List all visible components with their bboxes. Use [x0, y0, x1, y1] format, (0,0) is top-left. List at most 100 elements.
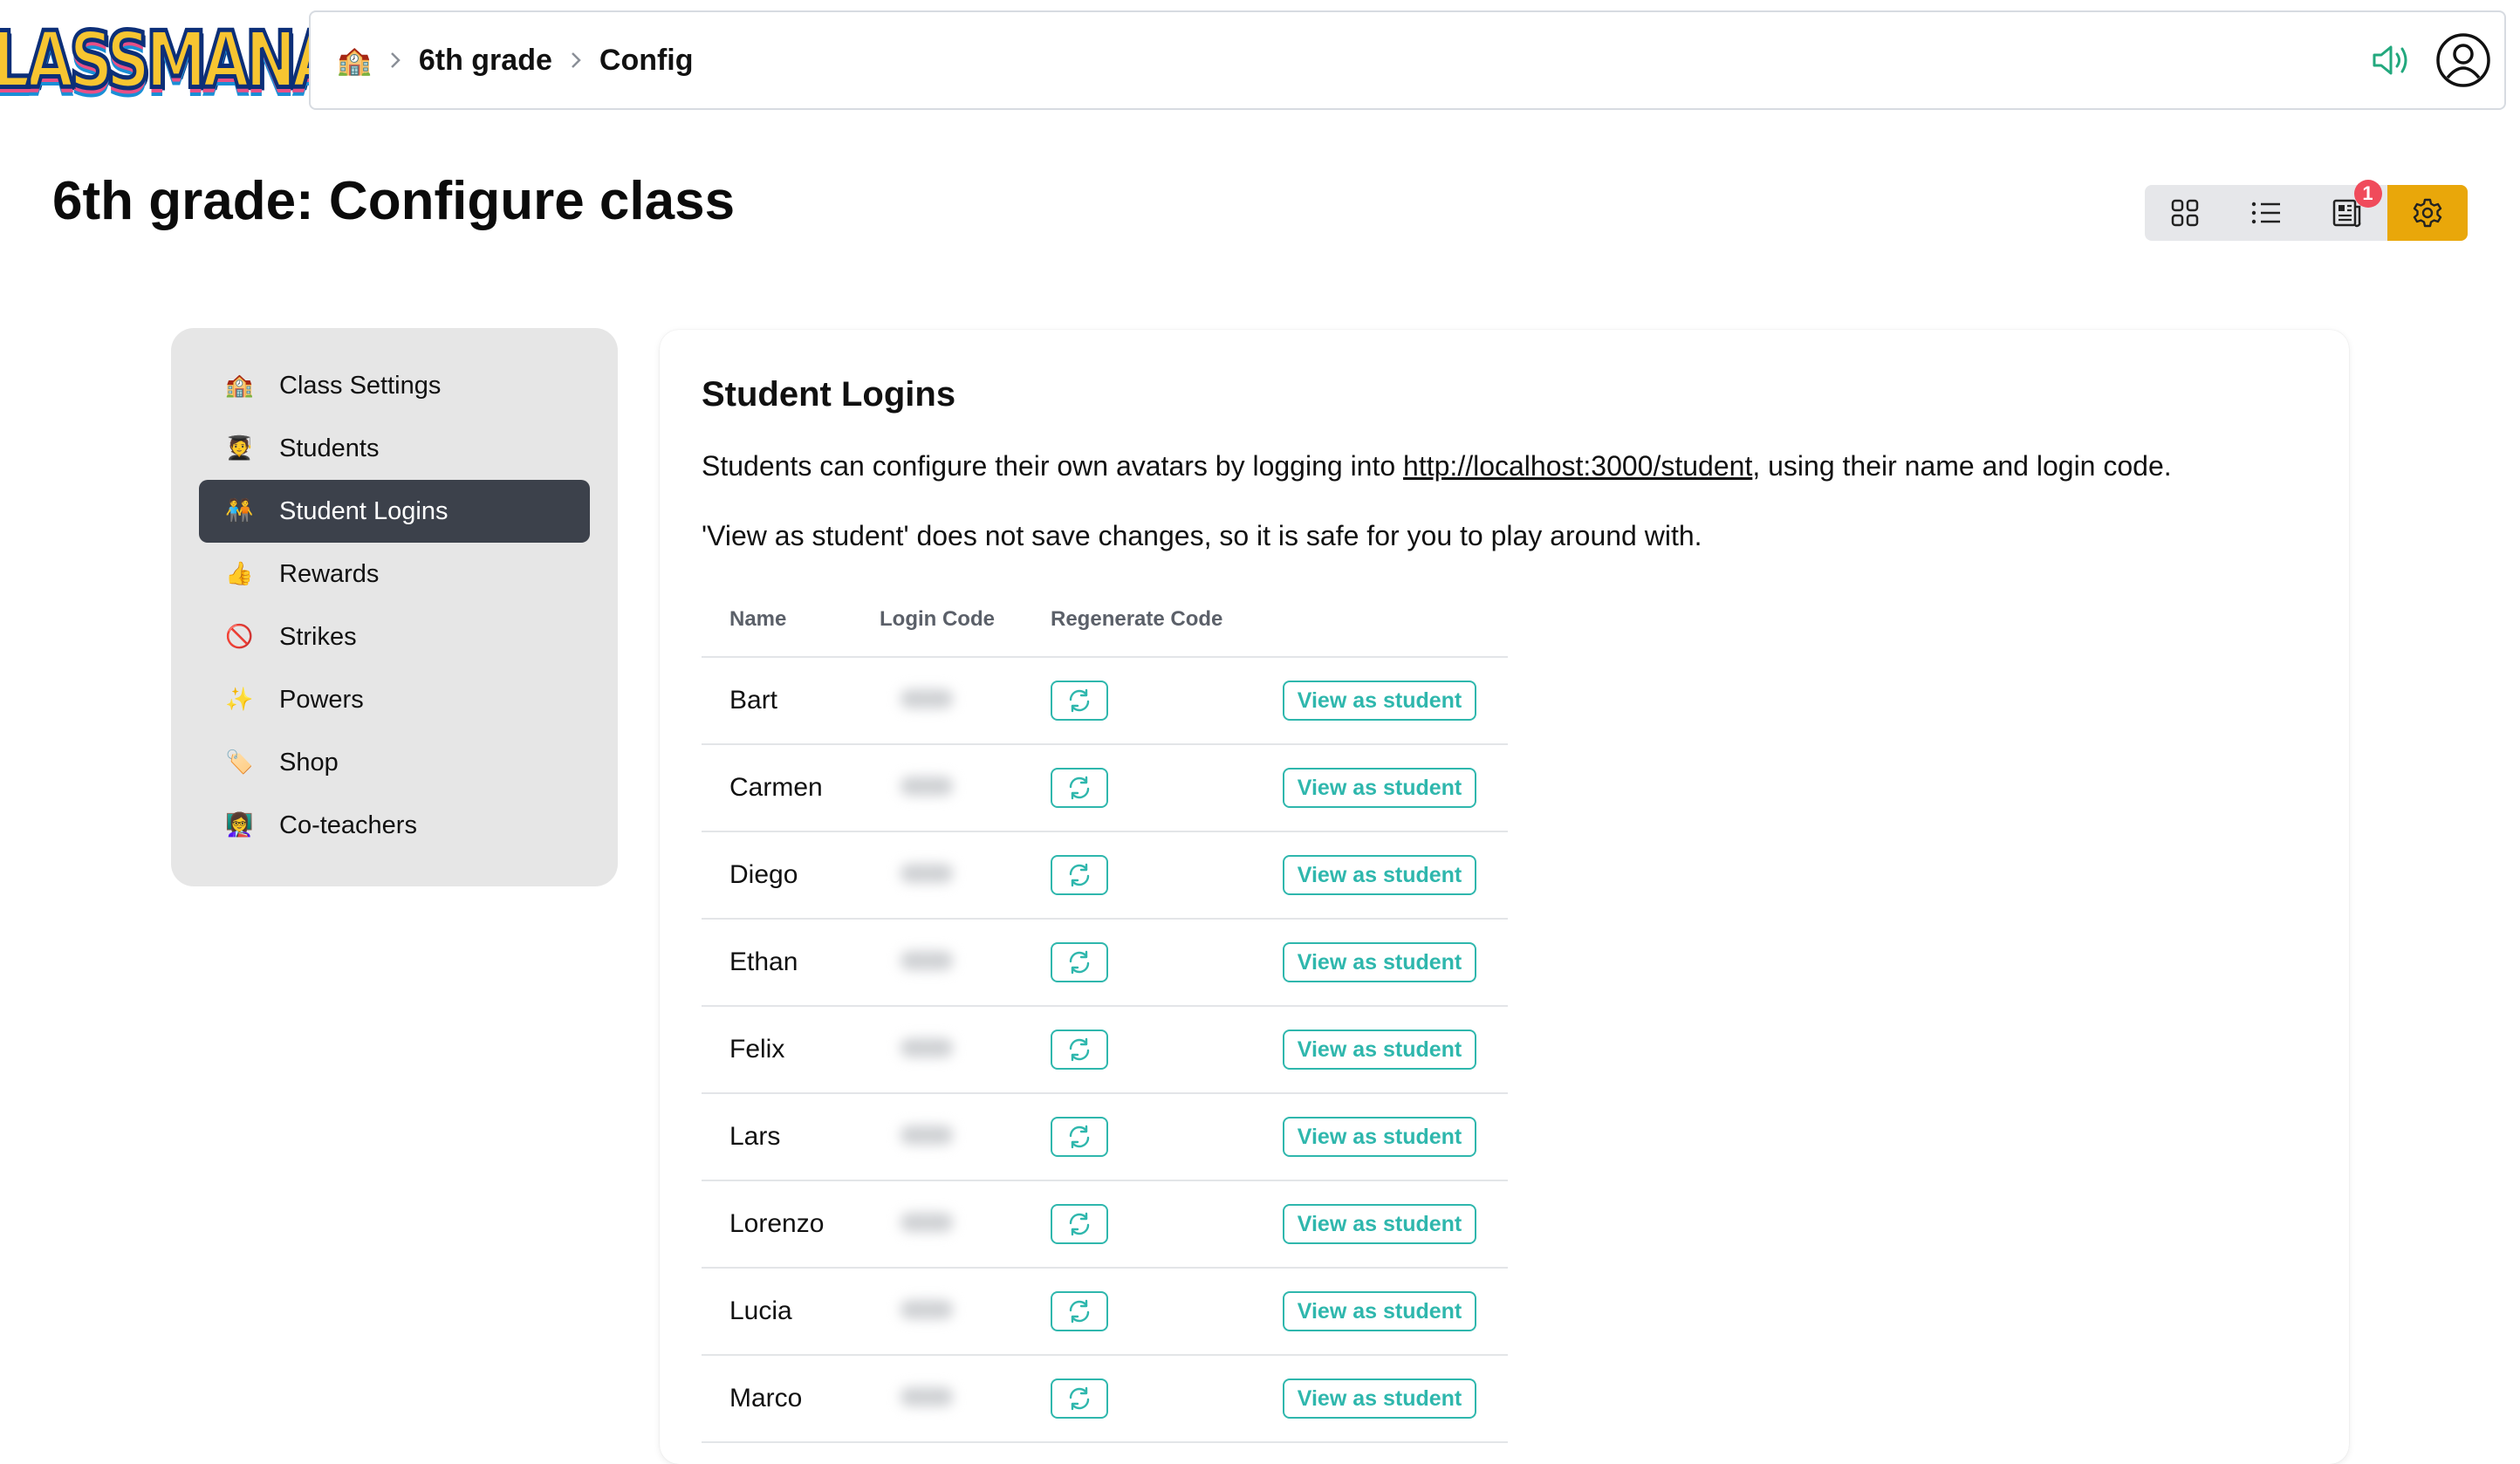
config-view-button[interactable]: [2386, 185, 2468, 241]
regenerate-cell: [1051, 919, 1283, 1007]
prohibited-icon: 🚫: [225, 624, 254, 650]
regenerate-cell: [1051, 1006, 1283, 1094]
student-icon: 🧑‍🎓: [225, 435, 254, 462]
regenerate-code-button[interactable]: [1051, 855, 1108, 895]
student-name: Felix: [702, 1006, 880, 1094]
refresh-icon: [1069, 1212, 1090, 1236]
table-row: Lucia View as student: [702, 1268, 1508, 1356]
actions-cell: View as student: [1283, 744, 1508, 832]
logo-text: CLASSMANA: [0, 12, 341, 108]
breadcrumb-config: Config: [599, 43, 694, 77]
view-as-student-button[interactable]: View as student: [1283, 1378, 1476, 1419]
column-header-login-code: Login Code: [880, 583, 1051, 658]
description-prefix: Students can configure their own avatars…: [702, 450, 1404, 482]
sidebar-item-students[interactable]: 🧑‍🎓 Students: [199, 417, 590, 480]
refresh-icon: [1069, 1037, 1090, 1062]
login-code-redacted: [900, 689, 953, 708]
student-name: Bart: [702, 657, 880, 745]
view-as-student-button[interactable]: View as student: [1283, 681, 1476, 721]
table-row: Lars View as student: [702, 1093, 1508, 1181]
regenerate-code-button[interactable]: [1051, 1117, 1108, 1157]
view-as-student-button[interactable]: View as student: [1283, 768, 1476, 808]
user-icon: [2436, 33, 2490, 87]
gear-icon: [2413, 198, 2441, 228]
actions-cell: View as student: [1283, 1180, 1508, 1269]
table-row: Carmen View as student: [702, 744, 1508, 832]
login-code-cell: [880, 919, 1051, 1007]
home-icon[interactable]: 🏫: [337, 44, 372, 77]
sidebar-item-label: Student Logins: [279, 496, 449, 525]
regenerate-code-button[interactable]: [1051, 768, 1108, 808]
regenerate-code-button[interactable]: [1051, 1204, 1108, 1244]
login-code-cell: [880, 744, 1051, 832]
table-row: Felix View as student: [702, 1006, 1508, 1094]
regenerate-cell: [1051, 1093, 1283, 1181]
price-tag-icon: 🏷️: [225, 749, 254, 776]
student-rows: Bart View as student Carmen View as student…: [702, 657, 1508, 1443]
regenerate-code-button[interactable]: [1051, 1378, 1108, 1419]
page-title: 6th grade: Configure class: [52, 171, 736, 231]
sound-toggle-button[interactable]: [2366, 36, 2415, 85]
sidebar-item-shop[interactable]: 🏷️ Shop: [199, 731, 590, 794]
breadcrumb: 🏫 6th grade Config: [337, 44, 694, 78]
classmana-logo[interactable]: CLASSMANA: [0, 12, 341, 108]
grid-view-button[interactable]: [2145, 185, 2226, 241]
sidebar-item-label: Students: [279, 434, 380, 462]
view-as-student-button[interactable]: View as student: [1283, 1204, 1476, 1244]
view-as-student-button[interactable]: View as student: [1283, 942, 1476, 982]
refresh-icon: [1069, 1386, 1090, 1411]
sidebar-item-powers[interactable]: ✨ Powers: [199, 668, 590, 731]
profile-button[interactable]: [2434, 31, 2492, 89]
actions-cell: View as student: [1283, 831, 1508, 920]
login-code-cell: [880, 1006, 1051, 1094]
student-name: Marco: [702, 1355, 880, 1443]
sidebar-item-class-settings[interactable]: 🏫 Class Settings: [199, 354, 590, 417]
view-as-student-button[interactable]: View as student: [1283, 1030, 1476, 1070]
login-code-cell: [880, 657, 1051, 745]
actions-cell: View as student: [1283, 1093, 1508, 1181]
sidebar-item-label: Powers: [279, 685, 364, 714]
sparkles-icon: ✨: [225, 687, 254, 713]
table-row: Marco View as student: [702, 1355, 1508, 1443]
table-header-row: Name Login Code Regenerate Code: [702, 583, 1508, 658]
list-view-button[interactable]: [2226, 185, 2307, 241]
regenerate-code-button[interactable]: [1051, 681, 1108, 721]
login-code-redacted: [900, 1213, 953, 1232]
column-header-actions: [1283, 583, 1508, 658]
regenerate-cell: [1051, 831, 1283, 920]
people-holding-hands-icon: 🧑‍🤝‍🧑: [225, 498, 254, 524]
view-as-student-button[interactable]: View as student: [1283, 1117, 1476, 1157]
login-code-cell: [880, 1268, 1051, 1356]
student-name: Diego: [702, 831, 880, 920]
regenerate-code-button[interactable]: [1051, 942, 1108, 982]
view-as-student-button[interactable]: View as student: [1283, 855, 1476, 895]
student-login-link[interactable]: http://localhost:3000/student: [1403, 450, 1752, 482]
regenerate-code-button[interactable]: [1051, 1030, 1108, 1070]
refresh-icon: [1069, 1125, 1090, 1149]
speaker-icon: [2373, 45, 2407, 75]
regenerate-code-button[interactable]: [1051, 1291, 1108, 1331]
actions-cell: View as student: [1283, 1268, 1508, 1356]
sidebar-item-label: Rewards: [279, 559, 380, 588]
sidebar-item-label: Co-teachers: [279, 811, 417, 839]
regenerate-cell: [1051, 744, 1283, 832]
actions-cell: View as student: [1283, 1006, 1508, 1094]
config-sidebar: 🏫 Class Settings 🧑‍🎓 Students 🧑‍🤝‍🧑 Stud…: [171, 328, 618, 886]
teacher-icon: 👩‍🏫: [225, 812, 254, 838]
column-header-name: Name: [702, 583, 880, 658]
breadcrumb-class[interactable]: 6th grade: [419, 44, 552, 78]
sidebar-item-label: Class Settings: [279, 371, 442, 400]
login-code-redacted: [900, 1038, 953, 1057]
sidebar-item-rewards[interactable]: 👍 Rewards: [199, 543, 590, 605]
sidebar-item-strikes[interactable]: 🚫 Strikes: [199, 605, 590, 668]
student-name: Lorenzo: [702, 1180, 880, 1269]
view-as-student-button[interactable]: View as student: [1283, 1291, 1476, 1331]
sidebar-item-student-logins[interactable]: 🧑‍🤝‍🧑 Student Logins: [199, 480, 590, 543]
chevron-right-icon: [570, 51, 582, 70]
sidebar-item-co-teachers[interactable]: 👩‍🏫 Co-teachers: [199, 794, 590, 857]
table-row: Bart View as student: [702, 657, 1508, 745]
news-view-button[interactable]: 1: [2306, 180, 2387, 241]
school-icon: 🏫: [225, 373, 254, 399]
refresh-icon: [1069, 950, 1090, 975]
login-code-cell: [880, 1355, 1051, 1443]
